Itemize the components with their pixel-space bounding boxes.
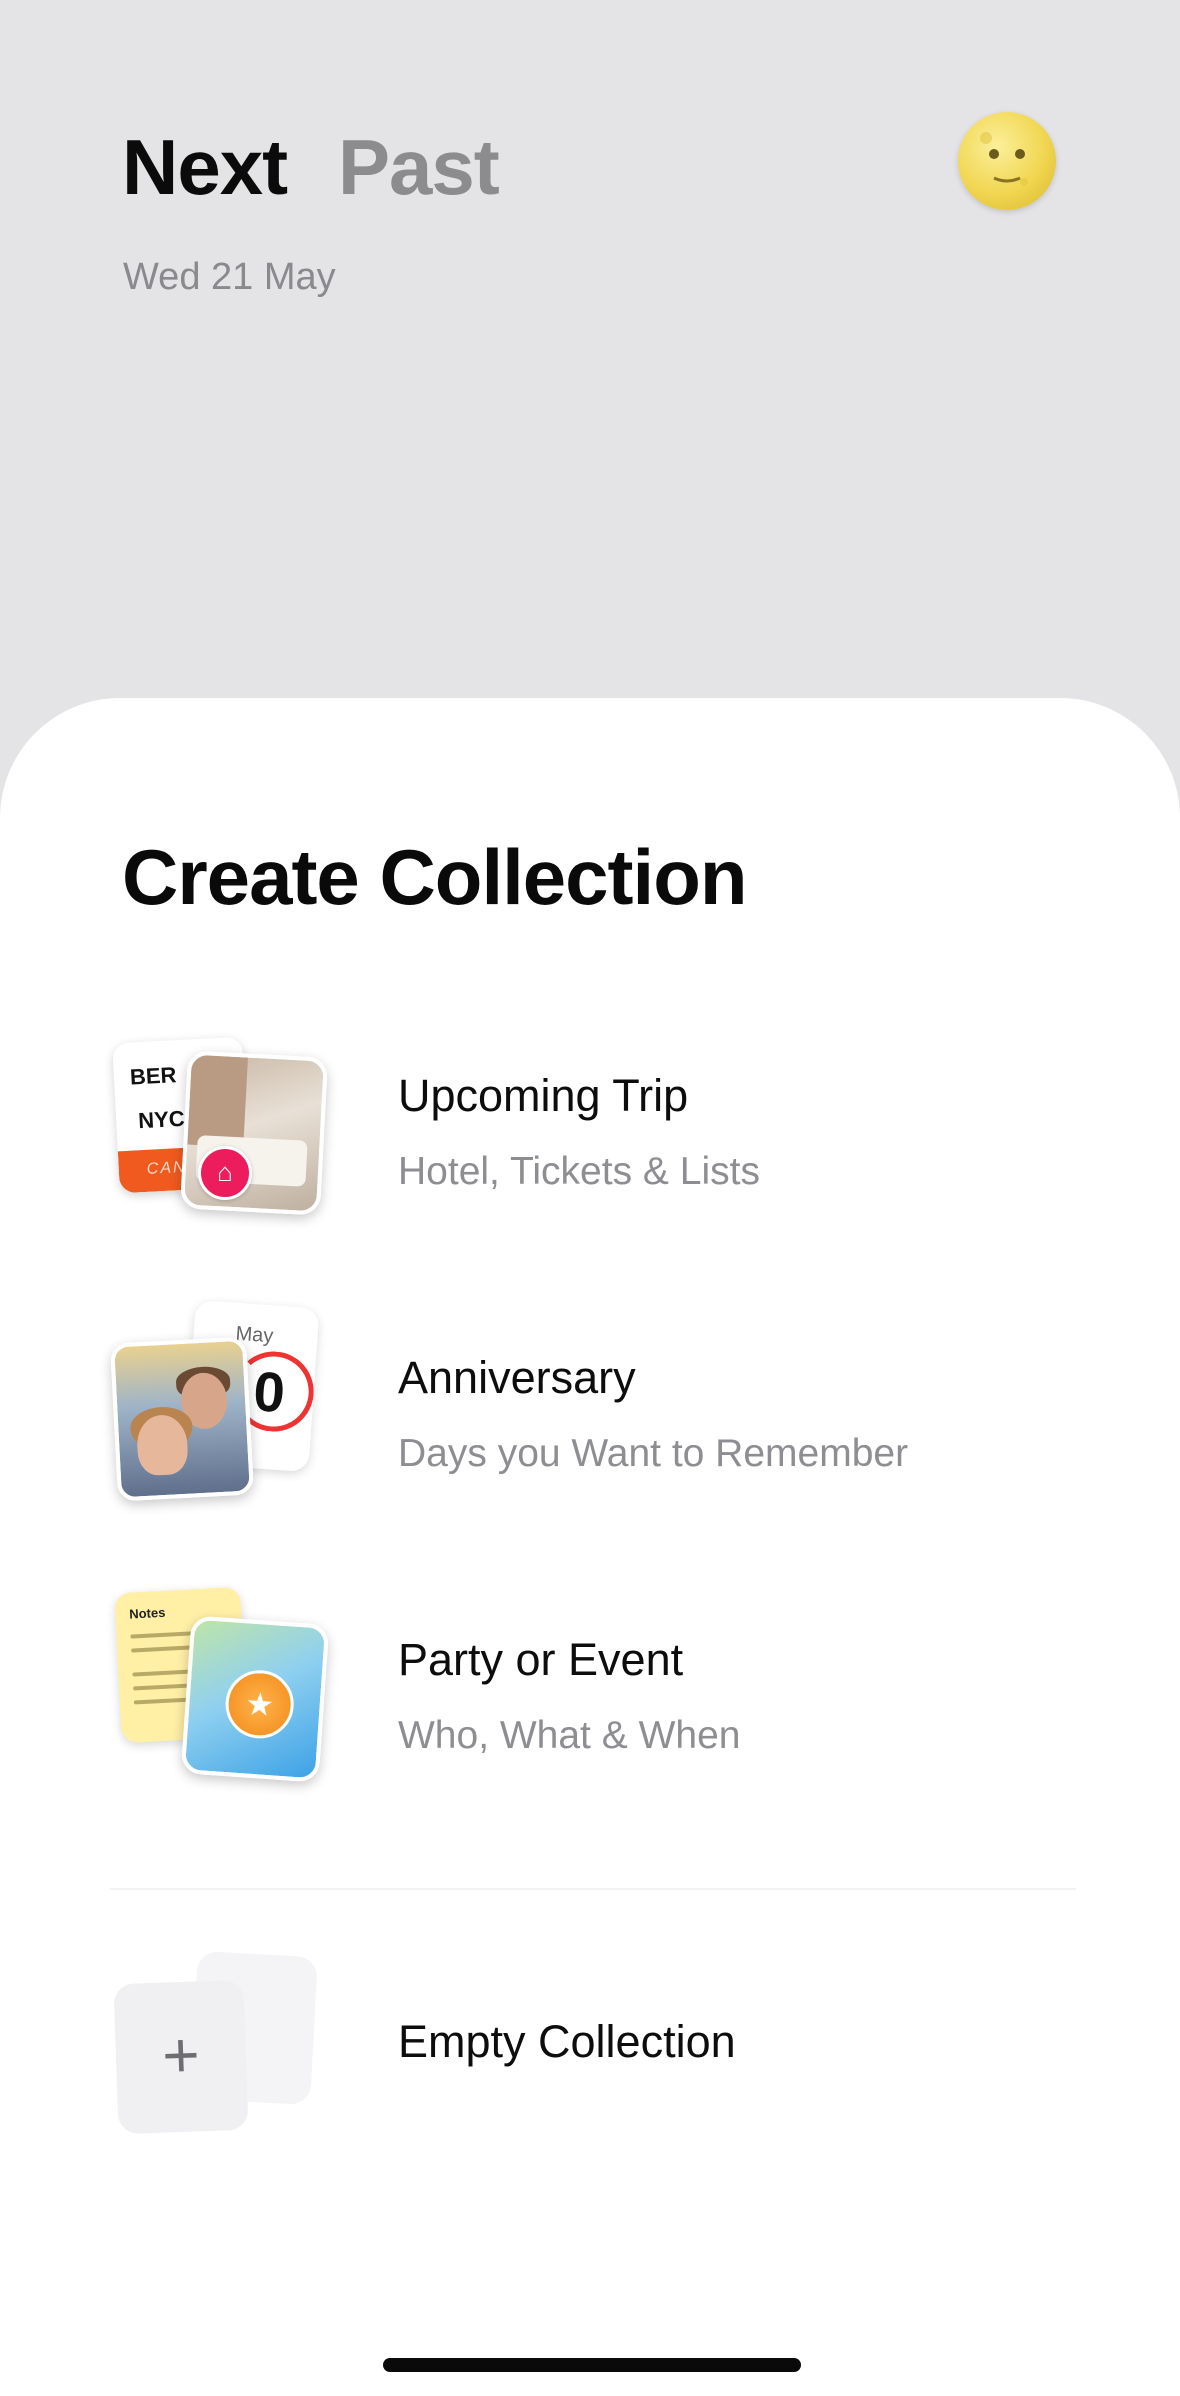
tab-next[interactable]: Next [122, 122, 288, 213]
tab-past[interactable]: Past [338, 122, 500, 213]
option-upcoming-trip[interactable]: BER NYC CANO ⌂ Upcoming Trip Hotel, Tick… [0, 1018, 1180, 1258]
room-wall [187, 1054, 248, 1148]
airbnb-icon: ⌂ [198, 1146, 252, 1200]
home-indicator[interactable] [383, 2358, 801, 2372]
profile-avatar-button[interactable] [958, 112, 1056, 210]
trip-thumbnail: BER NYC CANO ⌂ [110, 1018, 330, 1238]
calendar-day: 0 [251, 1359, 287, 1425]
empty-collection-thumbnail: + [110, 1950, 330, 2180]
full-moon-face-icon [980, 132, 1028, 186]
option-title: Empty Collection [398, 2016, 736, 2067]
option-empty-collection[interactable]: + Empty Collection [0, 1950, 1180, 2180]
option-subtitle: Days you Want to Remember [398, 1432, 909, 1475]
option-subtitle: Hotel, Tickets & Lists [398, 1150, 760, 1193]
hotel-room-image [179, 1050, 329, 1216]
option-party-or-event[interactable]: Notes ★ Party or Event Who, What & When [0, 1582, 1180, 1822]
card-front: + [113, 1979, 249, 2135]
sheet-title: Create Collection [122, 833, 747, 921]
note-title: Notes [128, 1604, 166, 1622]
map-image: ★ [180, 1615, 330, 1783]
option-title: Party or Event [398, 1634, 684, 1685]
create-collection-sheet: Create Collection BER NYC CANO ⌂ Upcomin… [0, 698, 1180, 2396]
option-title: Upcoming Trip [398, 1070, 689, 1121]
ticket-to: NYC [137, 1105, 186, 1134]
star-pin-icon: ★ [223, 1668, 296, 1741]
party-thumbnail: Notes ★ [110, 1582, 330, 1802]
section-divider [110, 1888, 1076, 1890]
plus-icon: + [160, 2018, 201, 2092]
ticket-from: BER [129, 1062, 177, 1090]
option-anniversary[interactable]: May 0 Anniversary Days you Want to Remem… [0, 1299, 1180, 1540]
couple-photo [109, 1336, 255, 1502]
current-date: Wed 21 May [123, 256, 336, 298]
option-subtitle: Who, What & When [398, 1714, 741, 1757]
anniversary-thumbnail: May 0 [109, 1299, 330, 1520]
option-title: Anniversary [398, 1352, 636, 1403]
